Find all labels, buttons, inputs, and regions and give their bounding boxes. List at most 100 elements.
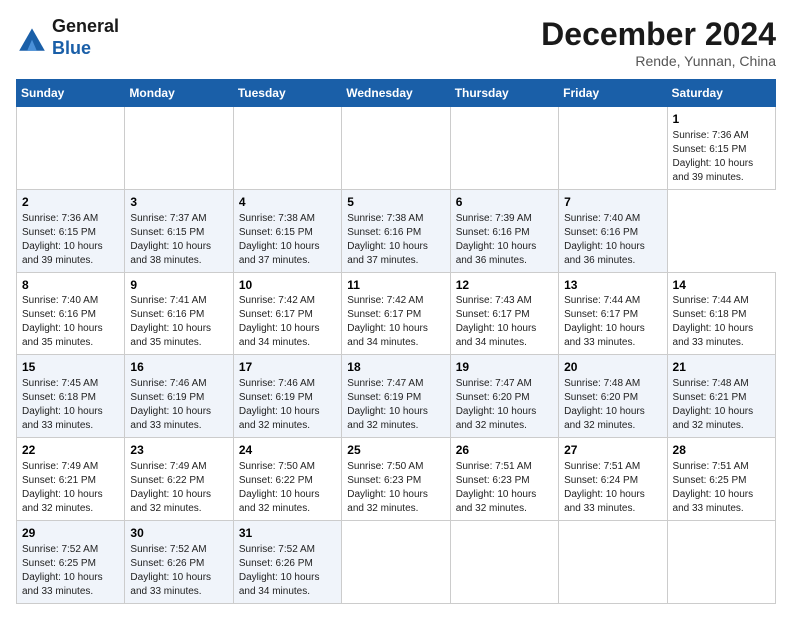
day-number: 6 — [456, 194, 553, 211]
day-number: 12 — [456, 277, 553, 294]
col-thursday: Thursday — [450, 80, 558, 107]
table-cell: 6Sunrise: 7:39 AM Sunset: 6:16 PM Daylig… — [450, 189, 558, 272]
cell-info: Sunrise: 7:37 AM Sunset: 6:15 PM Dayligh… — [130, 212, 227, 268]
cell-info: Sunrise: 7:38 AM Sunset: 6:15 PM Dayligh… — [239, 212, 336, 268]
day-number: 3 — [130, 194, 227, 211]
cell-info: Sunrise: 7:51 AM Sunset: 6:23 PM Dayligh… — [456, 460, 553, 516]
page-header: General Blue December 2024 Rende, Yunnan… — [16, 16, 776, 69]
table-cell: 17Sunrise: 7:46 AM Sunset: 6:19 PM Dayli… — [233, 355, 341, 438]
table-cell — [125, 107, 233, 190]
title-block: December 2024 Rende, Yunnan, China — [541, 16, 776, 69]
calendar-week-1: 1Sunrise: 7:36 AM Sunset: 6:15 PM Daylig… — [17, 107, 776, 190]
logo-general: General — [52, 16, 119, 38]
logo-blue: Blue — [52, 38, 119, 60]
table-cell: 2Sunrise: 7:36 AM Sunset: 6:15 PM Daylig… — [17, 189, 125, 272]
table-cell: 14Sunrise: 7:44 AM Sunset: 6:18 PM Dayli… — [667, 272, 775, 355]
table-cell: 21Sunrise: 7:48 AM Sunset: 6:21 PM Dayli… — [667, 355, 775, 438]
day-number: 29 — [22, 525, 119, 542]
table-cell — [342, 107, 450, 190]
table-cell: 13Sunrise: 7:44 AM Sunset: 6:17 PM Dayli… — [559, 272, 667, 355]
calendar-week-6: 29Sunrise: 7:52 AM Sunset: 6:25 PM Dayli… — [17, 520, 776, 603]
calendar-week-5: 22Sunrise: 7:49 AM Sunset: 6:21 PM Dayli… — [17, 438, 776, 521]
day-number: 8 — [22, 277, 119, 294]
cell-info: Sunrise: 7:39 AM Sunset: 6:16 PM Dayligh… — [456, 212, 553, 268]
cell-info: Sunrise: 7:36 AM Sunset: 6:15 PM Dayligh… — [673, 129, 770, 185]
table-cell: 26Sunrise: 7:51 AM Sunset: 6:23 PM Dayli… — [450, 438, 558, 521]
table-cell: 16Sunrise: 7:46 AM Sunset: 6:19 PM Dayli… — [125, 355, 233, 438]
col-friday: Friday — [559, 80, 667, 107]
day-number: 17 — [239, 359, 336, 376]
table-cell: 30Sunrise: 7:52 AM Sunset: 6:26 PM Dayli… — [125, 520, 233, 603]
cell-info: Sunrise: 7:38 AM Sunset: 6:16 PM Dayligh… — [347, 212, 444, 268]
day-number: 10 — [239, 277, 336, 294]
day-number: 26 — [456, 442, 553, 459]
table-cell: 7Sunrise: 7:40 AM Sunset: 6:16 PM Daylig… — [559, 189, 667, 272]
day-number: 20 — [564, 359, 661, 376]
table-cell: 5Sunrise: 7:38 AM Sunset: 6:16 PM Daylig… — [342, 189, 450, 272]
day-number: 15 — [22, 359, 119, 376]
day-number: 13 — [564, 277, 661, 294]
cell-info: Sunrise: 7:44 AM Sunset: 6:18 PM Dayligh… — [673, 294, 770, 350]
day-number: 27 — [564, 442, 661, 459]
day-number: 7 — [564, 194, 661, 211]
day-number: 9 — [130, 277, 227, 294]
table-cell: 12Sunrise: 7:43 AM Sunset: 6:17 PM Dayli… — [450, 272, 558, 355]
cell-info: Sunrise: 7:42 AM Sunset: 6:17 PM Dayligh… — [347, 294, 444, 350]
table-cell — [450, 520, 558, 603]
cell-info: Sunrise: 7:50 AM Sunset: 6:22 PM Dayligh… — [239, 460, 336, 516]
day-number: 23 — [130, 442, 227, 459]
location: Rende, Yunnan, China — [541, 53, 776, 69]
table-cell — [667, 520, 775, 603]
cell-info: Sunrise: 7:41 AM Sunset: 6:16 PM Dayligh… — [130, 294, 227, 350]
table-cell: 11Sunrise: 7:42 AM Sunset: 6:17 PM Dayli… — [342, 272, 450, 355]
day-number: 21 — [673, 359, 770, 376]
day-number: 30 — [130, 525, 227, 542]
day-number: 5 — [347, 194, 444, 211]
cell-info: Sunrise: 7:45 AM Sunset: 6:18 PM Dayligh… — [22, 377, 119, 433]
cell-info: Sunrise: 7:43 AM Sunset: 6:17 PM Dayligh… — [456, 294, 553, 350]
cell-info: Sunrise: 7:49 AM Sunset: 6:21 PM Dayligh… — [22, 460, 119, 516]
day-number: 11 — [347, 277, 444, 294]
cell-info: Sunrise: 7:52 AM Sunset: 6:26 PM Dayligh… — [130, 543, 227, 599]
table-cell: 25Sunrise: 7:50 AM Sunset: 6:23 PM Dayli… — [342, 438, 450, 521]
table-cell — [559, 520, 667, 603]
table-cell: 23Sunrise: 7:49 AM Sunset: 6:22 PM Dayli… — [125, 438, 233, 521]
table-cell: 9Sunrise: 7:41 AM Sunset: 6:16 PM Daylig… — [125, 272, 233, 355]
cell-info: Sunrise: 7:48 AM Sunset: 6:20 PM Dayligh… — [564, 377, 661, 433]
table-cell — [342, 520, 450, 603]
col-monday: Monday — [125, 80, 233, 107]
day-number: 14 — [673, 277, 770, 294]
day-number: 19 — [456, 359, 553, 376]
calendar-header-row: Sunday Monday Tuesday Wednesday Thursday… — [17, 80, 776, 107]
calendar-week-3: 8Sunrise: 7:40 AM Sunset: 6:16 PM Daylig… — [17, 272, 776, 355]
day-number: 4 — [239, 194, 336, 211]
day-number: 2 — [22, 194, 119, 211]
table-cell: 3Sunrise: 7:37 AM Sunset: 6:15 PM Daylig… — [125, 189, 233, 272]
day-number: 22 — [22, 442, 119, 459]
day-number: 31 — [239, 525, 336, 542]
table-cell — [17, 107, 125, 190]
cell-info: Sunrise: 7:48 AM Sunset: 6:21 PM Dayligh… — [673, 377, 770, 433]
col-tuesday: Tuesday — [233, 80, 341, 107]
table-cell: 29Sunrise: 7:52 AM Sunset: 6:25 PM Dayli… — [17, 520, 125, 603]
calendar-table: Sunday Monday Tuesday Wednesday Thursday… — [16, 79, 776, 604]
day-number: 28 — [673, 442, 770, 459]
table-cell — [233, 107, 341, 190]
table-cell — [559, 107, 667, 190]
cell-info: Sunrise: 7:50 AM Sunset: 6:23 PM Dayligh… — [347, 460, 444, 516]
day-number: 24 — [239, 442, 336, 459]
cell-info: Sunrise: 7:44 AM Sunset: 6:17 PM Dayligh… — [564, 294, 661, 350]
day-number: 16 — [130, 359, 227, 376]
cell-info: Sunrise: 7:40 AM Sunset: 6:16 PM Dayligh… — [22, 294, 119, 350]
cell-info: Sunrise: 7:49 AM Sunset: 6:22 PM Dayligh… — [130, 460, 227, 516]
month-title: December 2024 — [541, 16, 776, 53]
logo-icon — [16, 22, 48, 54]
table-cell: 31Sunrise: 7:52 AM Sunset: 6:26 PM Dayli… — [233, 520, 341, 603]
table-cell: 22Sunrise: 7:49 AM Sunset: 6:21 PM Dayli… — [17, 438, 125, 521]
col-sunday: Sunday — [17, 80, 125, 107]
table-cell: 18Sunrise: 7:47 AM Sunset: 6:19 PM Dayli… — [342, 355, 450, 438]
cell-info: Sunrise: 7:51 AM Sunset: 6:25 PM Dayligh… — [673, 460, 770, 516]
table-cell: 28Sunrise: 7:51 AM Sunset: 6:25 PM Dayli… — [667, 438, 775, 521]
col-wednesday: Wednesday — [342, 80, 450, 107]
day-number: 25 — [347, 442, 444, 459]
